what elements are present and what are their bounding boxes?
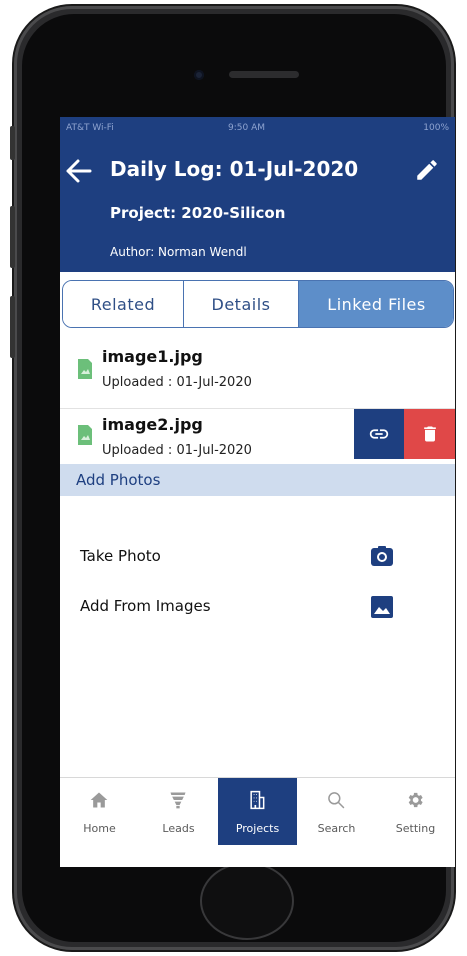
tab-linked-files[interactable]: Linked Files	[298, 281, 453, 327]
gear-icon	[408, 792, 423, 808]
image-gallery-icon[interactable]	[370, 595, 394, 619]
home-button[interactable]	[200, 862, 294, 940]
tab-related[interactable]: Related	[63, 281, 183, 327]
nav-label: Setting	[395, 822, 436, 835]
add-from-images-row[interactable]: Add From Images	[60, 587, 455, 627]
camera-icon[interactable]	[370, 545, 394, 569]
section-title: Add Photos	[76, 471, 161, 489]
segmented-tabs: Related Details Linked Files	[62, 280, 454, 328]
image-file-icon	[78, 425, 92, 445]
trash-icon	[423, 426, 436, 442]
volume-up-button	[10, 206, 15, 268]
home-icon	[90, 792, 108, 808]
volume-down-button	[10, 296, 15, 358]
funnel-icon	[170, 792, 186, 809]
tab-details[interactable]: Details	[183, 281, 298, 327]
nav-label: Search	[317, 822, 356, 835]
earpiece-speaker	[229, 71, 299, 78]
clock: 9:50 AM	[228, 123, 265, 133]
nav-search[interactable]: Search	[297, 778, 376, 845]
nav-leads[interactable]: Leads	[139, 778, 218, 845]
file-upload-date: Uploaded : 01-Jul-2020	[102, 443, 252, 458]
file-row-image1[interactable]: image1.jpg Uploaded : 01-Jul-2020	[60, 339, 455, 405]
battery-level: 100%	[423, 123, 449, 133]
file-row-image2[interactable]: image2.jpg Uploaded : 01-Jul-2020	[60, 409, 455, 461]
project-label: Project: 2020-Silicon	[110, 204, 286, 222]
nav-label: Projects	[235, 822, 280, 835]
file-name: image2.jpg	[102, 415, 203, 434]
building-icon	[250, 790, 265, 810]
page-title: Daily Log: 01-Jul-2020	[110, 157, 359, 181]
author-label: Author: Norman Wendl	[110, 245, 247, 259]
nav-projects[interactable]: Projects	[218, 778, 297, 845]
carrier-label: AT&T Wi-Fi	[66, 123, 114, 133]
add-from-images-label: Add From Images	[80, 597, 211, 615]
edit-pencil-icon[interactable]	[414, 157, 440, 183]
file-upload-date: Uploaded : 01-Jul-2020	[102, 375, 252, 390]
link-action-button[interactable]	[354, 409, 404, 459]
delete-action-button[interactable]	[404, 409, 455, 459]
front-camera	[194, 70, 204, 80]
bottom-navigation: Home Leads Projects Search Setting	[60, 777, 455, 845]
mute-switch	[10, 126, 15, 160]
nav-setting[interactable]: Setting	[376, 778, 455, 845]
status-bar: AT&T Wi-Fi 9:50 AM 100%	[60, 123, 455, 137]
nav-label: Home	[83, 822, 116, 835]
nav-label: Leads	[162, 822, 195, 835]
add-photos-section-header: Add Photos	[60, 464, 455, 496]
back-arrow-icon[interactable]	[64, 157, 92, 185]
link-icon	[369, 429, 389, 439]
nav-home[interactable]: Home	[60, 778, 139, 845]
search-icon	[328, 792, 345, 809]
take-photo-label: Take Photo	[80, 547, 161, 565]
image-file-icon	[78, 359, 92, 379]
file-name: image1.jpg	[102, 347, 203, 366]
header: AT&T Wi-Fi 9:50 AM 100% Daily Log: 01-Ju…	[60, 117, 455, 272]
app-screen: AT&T Wi-Fi 9:50 AM 100% Daily Log: 01-Ju…	[60, 117, 455, 867]
take-photo-row[interactable]: Take Photo	[60, 537, 455, 577]
